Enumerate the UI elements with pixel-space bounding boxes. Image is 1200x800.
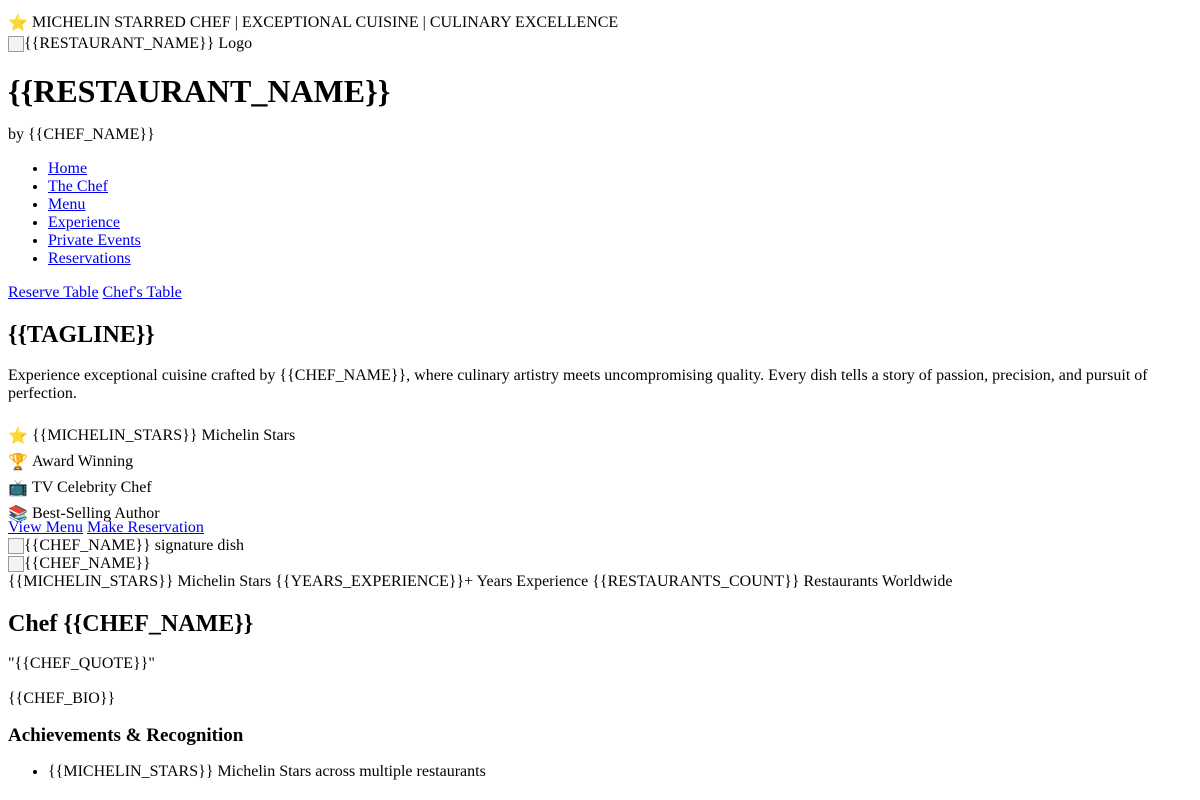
badge-label: TV Celebrity Chef	[32, 478, 152, 496]
badge-label: {{MICHELIN_STARS}} Michelin Stars	[32, 426, 296, 444]
nav-link-experience[interactable]: Experience	[48, 214, 120, 231]
make-reservation-button[interactable]: Make Reservation	[87, 519, 204, 536]
top-announcement-bar: ⭐ MICHELIN STARRED CHEF | EXCEPTIONAL CU…	[8, 12, 1192, 34]
nav-link-home[interactable]: Home	[48, 160, 87, 177]
header-cta-row: Reserve Table Chef's Table	[8, 284, 1192, 302]
logo-alt-text: {{RESTAURANT_NAME}} Logo	[24, 34, 253, 52]
nav-link-private-events[interactable]: Private Events	[48, 232, 141, 249]
nav-item-experience[interactable]: Experience	[48, 214, 1192, 232]
nav-item-menu[interactable]: Menu	[48, 196, 1192, 214]
achievements-heading: Achievements & Recognition	[8, 724, 244, 746]
restaurant-name: {{RESTAURANT_NAME}}	[8, 73, 391, 109]
broken-image-icon	[8, 555, 24, 572]
badge-tv-celebrity-chef: 📺 TV Celebrity Chef	[8, 475, 1192, 501]
tv-icon: 📺	[8, 477, 28, 497]
achievement-item: {{MICHELIN_STARS}} Michelin Stars across…	[48, 763, 1192, 781]
nav-link-chef[interactable]: The Chef	[48, 178, 108, 195]
nav-item-reservations[interactable]: Reservations	[48, 250, 1192, 268]
hero-badges: ⭐ {{MICHELIN_STARS}} Michelin Stars 🏆 Aw…	[8, 423, 1192, 527]
badge-michelin-stars: ⭐ {{MICHELIN_STARS}} Michelin Stars	[8, 423, 1192, 449]
nav-item-chef[interactable]: The Chef	[48, 178, 1192, 196]
hero-actions: View Menu Make Reservation	[8, 519, 1192, 537]
nav-link-reservations[interactable]: Reservations	[48, 250, 131, 267]
logo: {{RESTAURANT_NAME}} Logo	[8, 34, 1192, 54]
chefs-table-button[interactable]: Chef's Table	[103, 284, 182, 301]
signature-dish-image: {{CHEF_NAME}} signature dish	[8, 537, 1192, 555]
chef-stats-line: {{MICHELIN_STARS}} Michelin Stars {{YEAR…	[8, 572, 953, 590]
nav-link-menu[interactable]: Menu	[48, 196, 85, 213]
star-icon: ⭐	[8, 425, 28, 445]
chef-portrait-image: {{CHEF_NAME}}	[8, 555, 1192, 573]
star-icon: ⭐	[8, 13, 28, 32]
chef-bio: {{CHEF_BIO}}	[8, 689, 116, 707]
broken-image-icon	[8, 36, 24, 52]
trophy-icon: 🏆	[8, 451, 28, 471]
badge-label: Award Winning	[32, 452, 134, 470]
badge-award-winning: 🏆 Award Winning	[8, 449, 1192, 475]
hero-description: Experience exceptional cuisine crafted b…	[8, 366, 1148, 402]
image-alt-text: {{CHEF_NAME}} signature dish	[24, 536, 245, 554]
view-menu-button[interactable]: View Menu	[8, 519, 83, 536]
broken-image-icon	[8, 537, 24, 554]
chef-quote: "{{CHEF_QUOTE}}"	[8, 655, 155, 673]
chef-byline: by {{CHEF_NAME}}	[8, 126, 155, 143]
achievements-list: {{MICHELIN_STARS}} Michelin Stars across…	[8, 763, 1192, 781]
chef-section-title: Chef {{CHEF_NAME}}	[8, 610, 254, 637]
nav-item-private-events[interactable]: Private Events	[48, 232, 1192, 250]
tagline: {{TAGLINE}}	[8, 322, 155, 349]
announcement-text: MICHELIN STARRED CHEF | EXCEPTIONAL CUIS…	[32, 13, 619, 31]
reserve-table-button[interactable]: Reserve Table	[8, 284, 99, 301]
main-navigation: Home The Chef Menu Experience Private Ev…	[8, 160, 1192, 268]
nav-item-home[interactable]: Home	[48, 160, 1192, 178]
image-alt-text: {{CHEF_NAME}}	[24, 554, 151, 572]
